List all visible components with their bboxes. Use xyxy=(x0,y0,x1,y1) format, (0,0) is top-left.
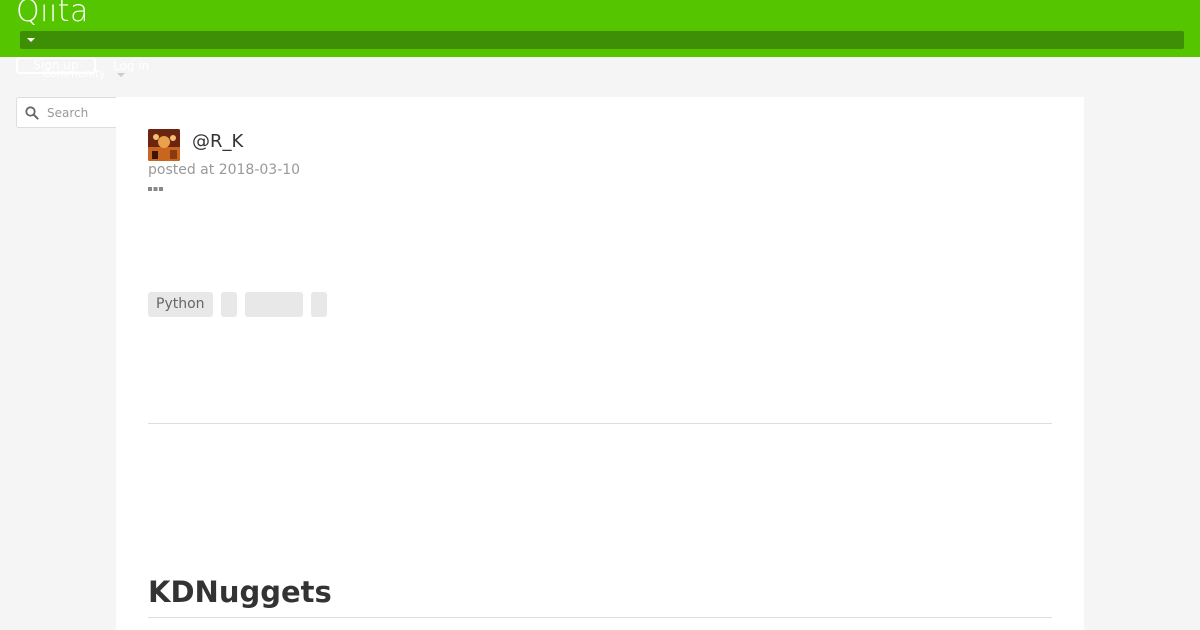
tag-item[interactable] xyxy=(244,292,303,317)
article-card: @R_K posted at 2018-03-10 Python KDNugge… xyxy=(116,97,1084,630)
caret-down-icon xyxy=(27,38,35,42)
header-dropdown-bar[interactable] xyxy=(20,31,1184,49)
heading-underline xyxy=(148,617,1052,618)
community-caret-icon xyxy=(117,73,125,77)
more-icon[interactable] xyxy=(148,186,164,192)
section-divider xyxy=(148,423,1052,424)
avatar-image xyxy=(148,129,180,161)
tag-item[interactable] xyxy=(310,292,327,317)
community-menu[interactable]: Community xyxy=(42,67,106,81)
author-avatar[interactable] xyxy=(148,129,180,161)
author-name[interactable]: @R_K xyxy=(192,131,243,153)
login-link[interactable]: Log in xyxy=(113,58,149,74)
site-header: Qiita xyxy=(0,0,1200,57)
search-icon xyxy=(25,106,39,120)
qiita-logo[interactable]: Qiita xyxy=(16,0,89,30)
tag-python[interactable]: Python xyxy=(148,292,213,317)
posted-date: posted at 2018-03-10 xyxy=(148,162,301,178)
tag-list: Python xyxy=(148,292,327,317)
article-heading: KDNuggets xyxy=(148,575,332,609)
tag-item[interactable] xyxy=(220,292,237,317)
